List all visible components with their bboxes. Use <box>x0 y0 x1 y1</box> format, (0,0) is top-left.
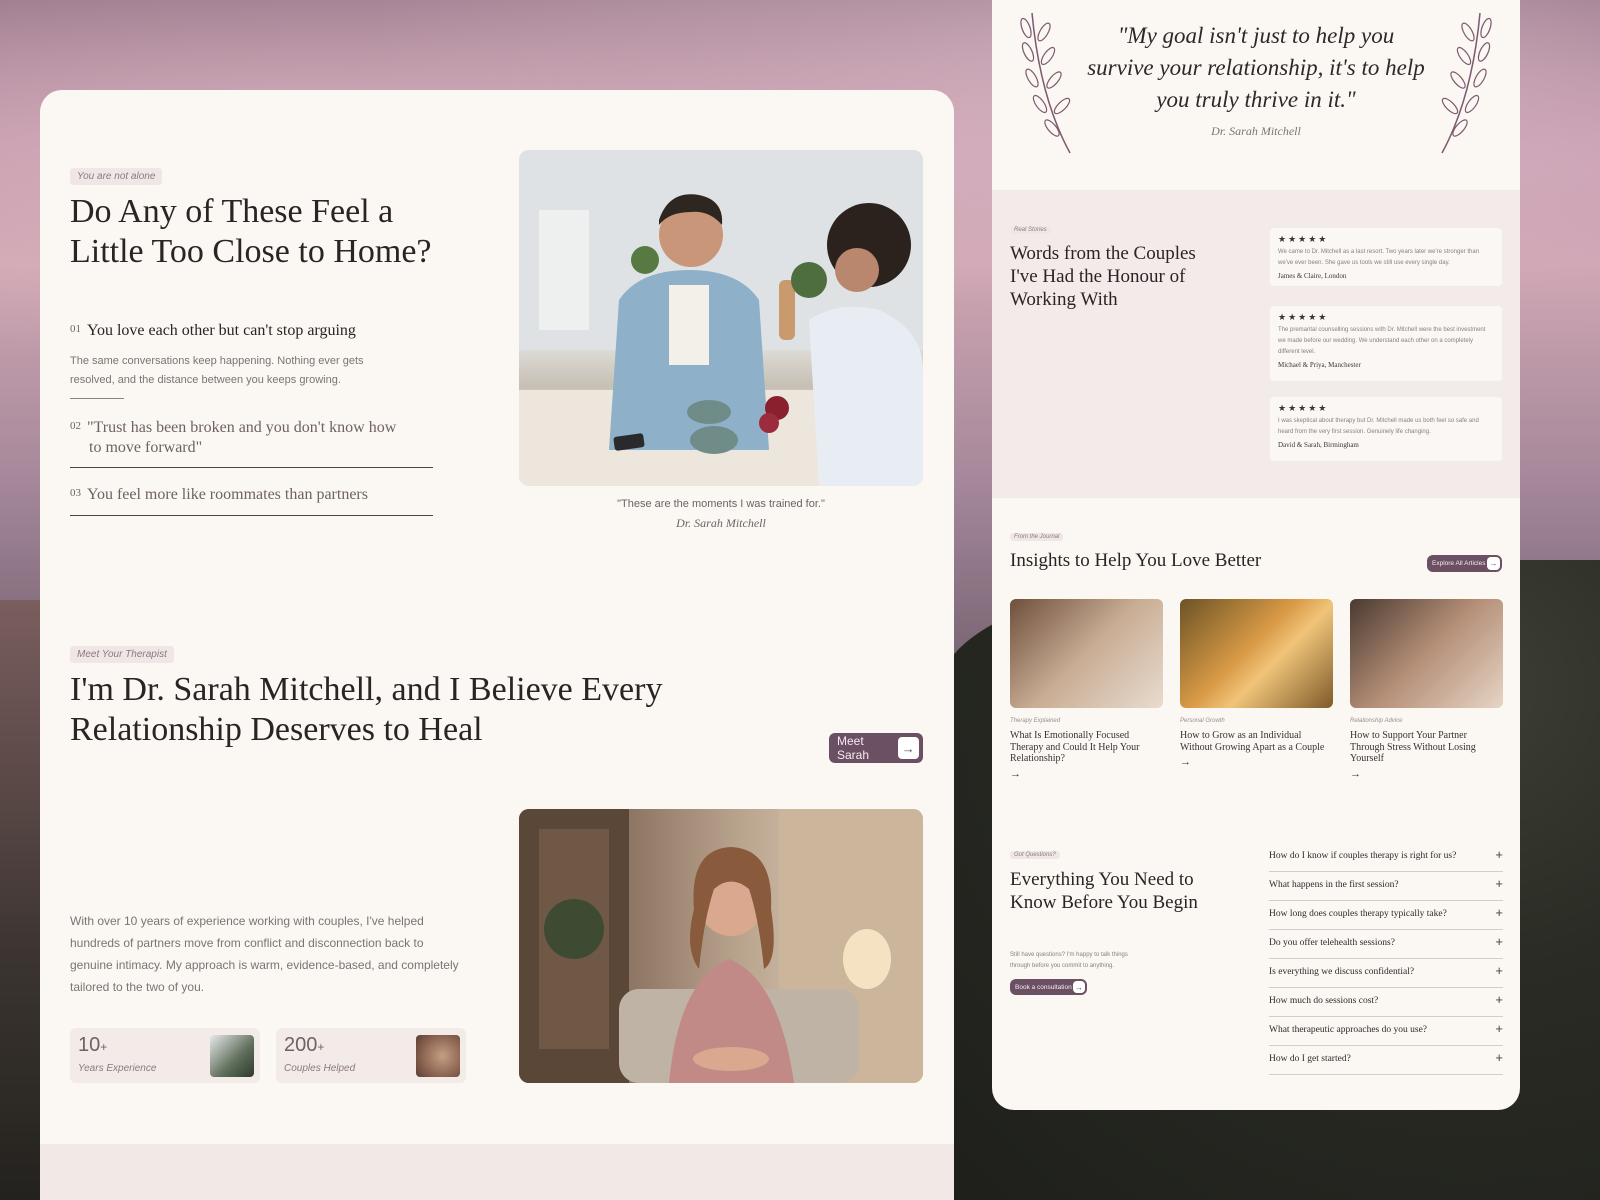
faq-item[interactable]: How do I get started? + <box>1269 1046 1503 1075</box>
divider <box>70 515 433 516</box>
faq-title: Everything You Need to Know Before You B… <box>1010 869 1198 913</box>
plus-icon[interactable]: + <box>1495 847 1503 862</box>
pain-item-1-description: The same conversations keep happening. N… <box>70 355 364 386</box>
plus-icon[interactable]: + <box>1495 963 1503 978</box>
left-page-panel: You are not alone Do Any of These Feel a… <box>40 90 954 1200</box>
star-rating: ★★★★★ <box>1278 234 1329 244</box>
arrow-right-icon: → <box>1073 981 1085 993</box>
arrow-right-icon[interactable]: → <box>1350 768 1361 780</box>
right-page-panel: "My goal isn't just to help you survive … <box>992 0 1520 1110</box>
faq-item[interactable]: What happens in the first session? + <box>1269 872 1503 901</box>
review-card: ★★★★★ We came to Dr. Mitchell as a last … <box>1270 228 1502 286</box>
therapist-section-title: I'm Dr. Sarah Mitchell, and I Believe Ev… <box>70 671 663 748</box>
review-card: ★★★★★ I was skeptical about therapy but … <box>1270 397 1502 461</box>
plus-icon[interactable]: + <box>1495 876 1503 891</box>
journal-tag: From the Journal <box>1010 533 1064 541</box>
therapist-quote: "My goal isn't just to help you survive … <box>1087 23 1425 112</box>
therapist-bio: With over 10 years of experience working… <box>70 914 459 994</box>
review-card: ★★★★★ The premarital counselling session… <box>1270 306 1502 381</box>
star-rating: ★★★★★ <box>1278 312 1329 322</box>
meet-sarah-label: Meet Sarah <box>837 734 870 762</box>
reviews-tag: Real Stories <box>1010 226 1051 234</box>
therapist-portrait-photo <box>519 809 923 1083</box>
pain-item-3[interactable]: 03 You feel more like roommates than part… <box>70 486 368 504</box>
arrow-right-icon[interactable]: → <box>1180 756 1191 768</box>
article-title-link[interactable]: What Is Emotionally Focused Therapy and … <box>1010 730 1160 765</box>
divider <box>70 467 433 468</box>
reviews-section: Real Stories Words from the Couples I've… <box>992 190 1520 498</box>
faq-item[interactable]: Do you offer telehealth sessions? + <box>1269 930 1503 959</box>
book-consultation-button[interactable]: Book a consultation → <box>1010 979 1087 995</box>
divider <box>70 398 124 399</box>
article-category: Relationship Advice <box>1350 718 1403 724</box>
article-category: Personal Growth <box>1180 718 1225 724</box>
stat-thumbnail <box>416 1035 460 1077</box>
explore-articles-button[interactable]: Explore All Articles → <box>1427 555 1502 572</box>
plus-icon[interactable]: + <box>1495 1050 1503 1065</box>
faq-tag: Got Questions? <box>1010 851 1060 859</box>
couple-session-photo <box>519 150 923 486</box>
therapist-section-tag: Meet Your Therapist <box>70 646 174 663</box>
pain-section-tag: You are not alone <box>70 168 163 185</box>
article-title-link[interactable]: How to Support Your Partner Through Stre… <box>1350 730 1500 765</box>
arrow-right-icon[interactable]: → <box>1010 768 1021 780</box>
faq-item[interactable]: What therapeutic approaches do you use? + <box>1269 1017 1503 1046</box>
arrow-right-icon: → <box>897 737 919 759</box>
article-category: Therapy Explained <box>1010 718 1061 724</box>
article-image-3[interactable] <box>1350 599 1503 708</box>
next-section-band <box>40 1144 954 1200</box>
plus-icon[interactable]: + <box>1495 934 1503 949</box>
faq-item[interactable]: How much do sessions cost? + <box>1269 988 1503 1017</box>
pain-item-2[interactable]: 02 "Trust has been broken and you don't k… <box>70 416 396 458</box>
reviews-title: Words from the Couples I've Had the Hono… <box>1010 243 1196 310</box>
faq-subtitle: Still have questions? I'm happy to talk … <box>1010 952 1128 969</box>
pain-section-title: Do Any of These Feel a Little Too Close … <box>70 193 432 270</box>
explore-articles-label: Explore All Articles <box>1432 560 1486 567</box>
article-image-2[interactable] <box>1180 599 1333 708</box>
quote-signature: Dr. Sarah Mitchell <box>1211 124 1301 138</box>
journal-title: Insights to Help You Love Better <box>1010 550 1262 571</box>
book-consultation-label: Book a consultation <box>1015 983 1072 991</box>
plus-icon[interactable]: + <box>1495 992 1503 1007</box>
photo-caption: "These are the moments I was trained for… <box>617 498 825 510</box>
faq-item[interactable]: Is everything we discuss confidential? + <box>1269 959 1503 988</box>
stat-card-couples: 200+ Couples Helped <box>276 1028 466 1083</box>
faq-item[interactable]: How do I know if couples therapy is righ… <box>1269 843 1503 872</box>
meet-sarah-button[interactable]: Meet Sarah → <box>829 733 923 763</box>
plus-icon[interactable]: + <box>1495 1021 1503 1036</box>
article-image-1[interactable] <box>1010 599 1163 708</box>
arrow-right-icon: → <box>1487 557 1500 570</box>
stat-thumbnail <box>210 1035 254 1077</box>
faq-item[interactable]: How long does couples therapy typically … <box>1269 901 1503 930</box>
photo-signature: Dr. Sarah Mitchell <box>676 516 766 530</box>
plus-icon[interactable]: + <box>1495 905 1503 920</box>
stat-card-years: 10+ Years Experience <box>70 1028 260 1083</box>
quote-section: "My goal isn't just to help you survive … <box>992 0 1520 190</box>
article-title-link[interactable]: How to Grow as an Individual Without Gro… <box>1180 730 1330 753</box>
pain-item-1[interactable]: 01 You love each other but can't stop arg… <box>70 322 356 340</box>
star-rating: ★★★★★ <box>1278 403 1329 413</box>
